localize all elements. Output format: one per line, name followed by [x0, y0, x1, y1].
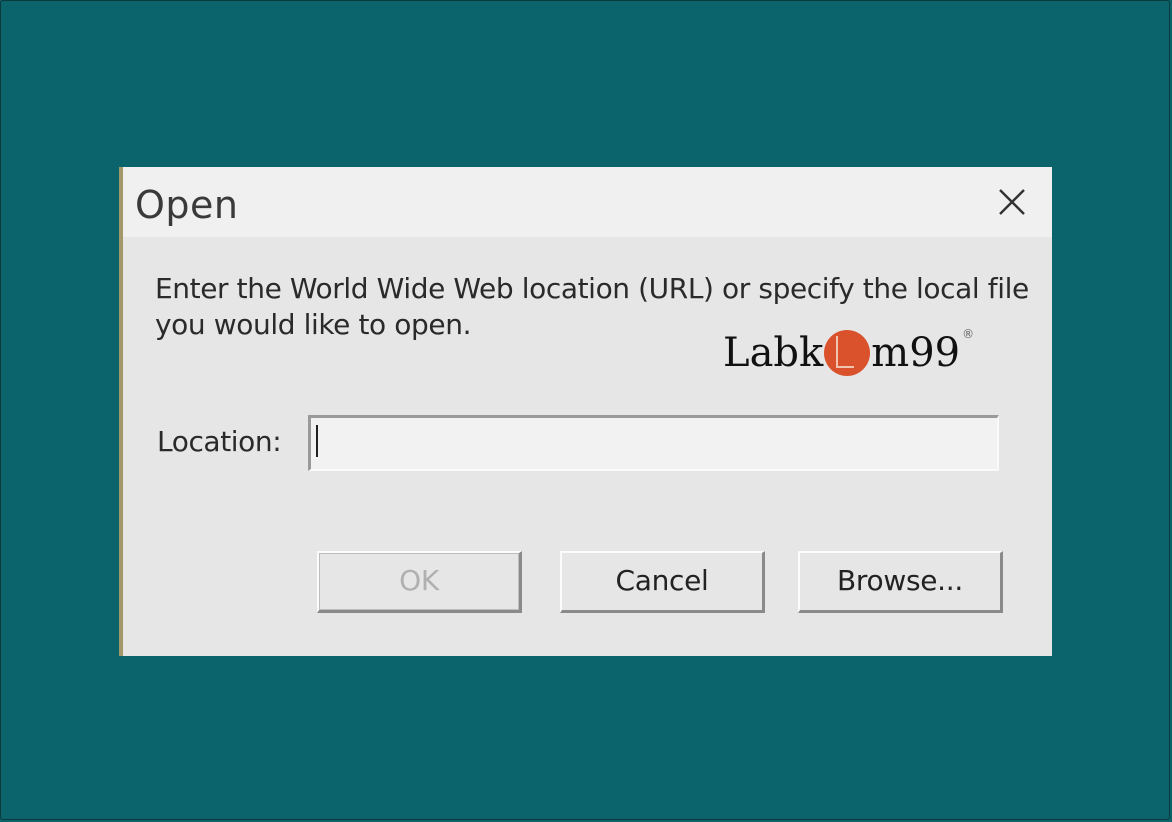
dialog-titlebar[interactable]: Open — [123, 167, 1052, 237]
close-button[interactable] — [991, 181, 1033, 223]
registered-mark: ® — [962, 327, 975, 341]
watermark: Labk m99 ® — [723, 325, 974, 381]
open-dialog: Open Enter the World Wide Web location (… — [119, 167, 1052, 656]
location-input[interactable] — [308, 415, 999, 471]
message-line-1: Enter the World Wide Web location (URL) … — [155, 272, 1029, 305]
ok-button[interactable]: OK — [317, 551, 522, 613]
browse-button[interactable]: Browse... — [798, 551, 1003, 613]
watermark-text-start: Labk — [723, 330, 824, 376]
text-caret — [316, 425, 318, 457]
dialog-title: Open — [135, 183, 239, 227]
cancel-button[interactable]: Cancel — [560, 551, 765, 613]
watermark-text-end: m99 — [871, 330, 961, 376]
close-icon — [999, 189, 1025, 215]
labkom-logo-icon — [824, 330, 871, 376]
location-label: Location: — [157, 425, 282, 458]
